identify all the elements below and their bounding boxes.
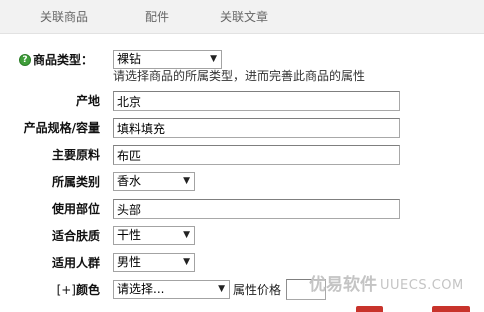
- skin-type-value: 干性: [117, 228, 142, 242]
- usage-area-label: 使用部位: [51, 202, 100, 216]
- category-select[interactable]: 香水 ▼: [113, 172, 195, 191]
- tab-accessories[interactable]: 配件: [145, 9, 169, 25]
- goods-type-select[interactable]: 裸钻 ▼: [113, 50, 222, 69]
- usage-area-input[interactable]: [113, 199, 400, 219]
- main-material-label: 主要原料: [51, 148, 100, 162]
- spec-capacity-label: 产品规格/容量: [23, 121, 100, 135]
- chevron-down-icon: ▼: [210, 54, 217, 64]
- tab-related-goods[interactable]: 关联商品: [40, 9, 88, 25]
- chevron-down-icon: ▼: [183, 230, 190, 240]
- color-value: 请选择...: [117, 282, 165, 296]
- category-label: 所属类别: [51, 175, 100, 189]
- spec-capacity-input[interactable]: [113, 118, 400, 138]
- origin-label: 产地: [75, 94, 100, 108]
- tab-related-articles[interactable]: 关联文章: [220, 9, 268, 25]
- target-group-label: 适用人群: [51, 256, 100, 270]
- attribute-price-label: 属性价格: [233, 283, 282, 297]
- submit-button[interactable]: [356, 306, 383, 312]
- tab-bar: 关联商品 配件 关联文章: [0, 0, 484, 34]
- goods-type-value: 裸钻: [117, 52, 142, 66]
- target-group-value: 男性: [117, 255, 142, 269]
- origin-input[interactable]: [113, 91, 400, 111]
- color-select[interactable]: 请选择... ▼: [113, 280, 230, 299]
- target-group-select[interactable]: 男性 ▼: [113, 253, 195, 272]
- reset-button[interactable]: [432, 306, 470, 312]
- watermark-brand: 优易软件: [309, 275, 377, 295]
- category-value: 香水: [117, 174, 142, 188]
- main-material-input[interactable]: [113, 145, 400, 165]
- goods-type-label: 商品类型：: [33, 53, 94, 67]
- chevron-down-icon: ▼: [183, 176, 190, 186]
- add-color-link[interactable]: [+]: [57, 283, 76, 297]
- skin-type-label: 适合肤质: [51, 229, 100, 243]
- skin-type-select[interactable]: 干性 ▼: [113, 226, 195, 245]
- color-label-group: [+]颜色: [0, 282, 100, 298]
- chevron-down-icon: ▼: [218, 284, 225, 294]
- chevron-down-icon: ▼: [183, 257, 190, 267]
- watermark-site: UUECS.COM: [380, 278, 464, 293]
- help-icon[interactable]: ?: [19, 54, 31, 66]
- goods-type-hint: 请选择商品的所属类型，进而完善此商品的属性: [113, 69, 366, 83]
- color-label: 颜色: [75, 283, 100, 297]
